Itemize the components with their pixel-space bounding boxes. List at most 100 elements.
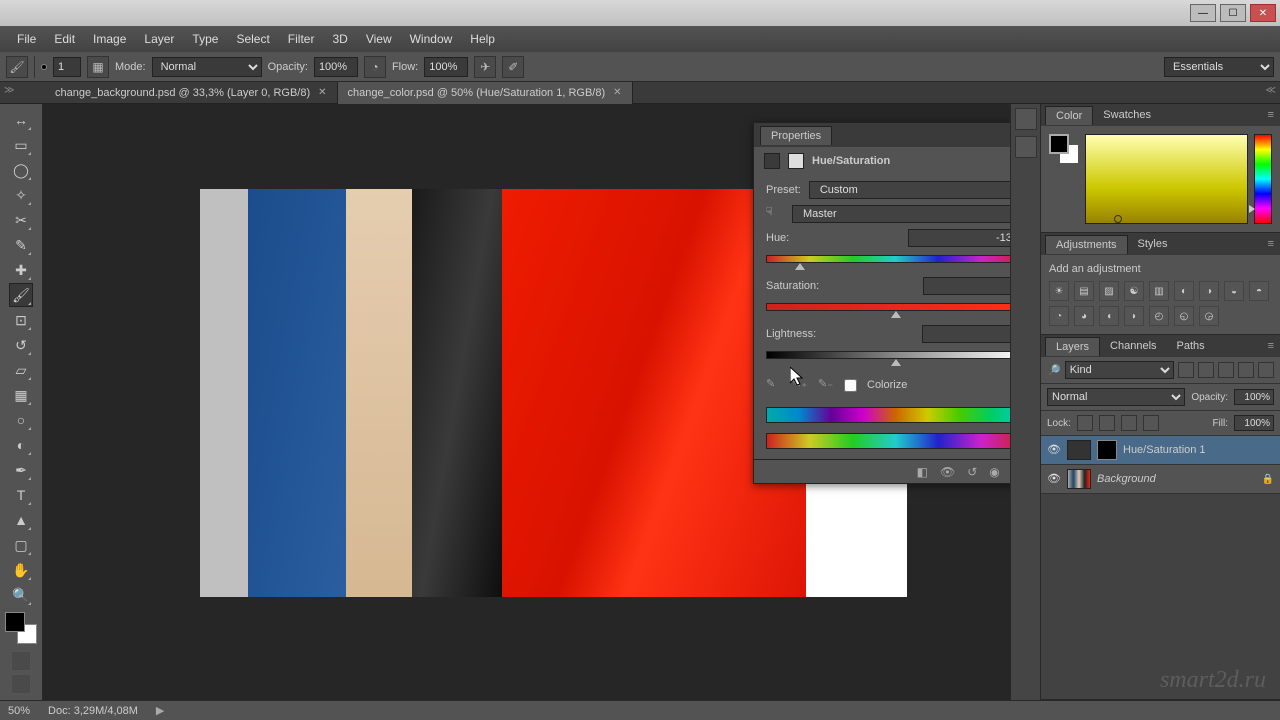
adjustment-preset-11[interactable]: ◖ — [1099, 306, 1119, 326]
menu-edit[interactable]: Edit — [45, 29, 84, 49]
adjustment-preset-0[interactable]: ☀ — [1049, 281, 1069, 301]
status-flyout-icon[interactable]: ▶ — [156, 704, 164, 717]
lock-position-icon[interactable] — [1121, 415, 1137, 431]
tool-clone[interactable]: ⊡ — [9, 308, 33, 332]
hue-strip[interactable] — [1254, 134, 1272, 224]
tool-history-brush[interactable]: ↺ — [9, 333, 33, 357]
visibility-icon[interactable]: 👁 — [1047, 443, 1061, 457]
tool-marquee[interactable]: ▭ — [9, 133, 33, 157]
tool-hand[interactable]: ✋ — [9, 558, 33, 582]
menu-layer[interactable]: Layer — [135, 29, 183, 49]
fgbg-swatch[interactable] — [1049, 134, 1079, 164]
layer-blend-select[interactable]: Normal — [1047, 388, 1185, 406]
blend-mode-select[interactable]: Normal — [152, 57, 262, 77]
adjustment-preset-2[interactable]: ▨ — [1099, 281, 1119, 301]
adjustment-preset-5[interactable]: ◐ — [1174, 281, 1194, 301]
layer-thumb-icon[interactable] — [1067, 440, 1091, 460]
canvas-area[interactable]: Properties ▸▸ ≡ Hue/Saturation Preset: C… — [43, 104, 1010, 700]
swatches-tab[interactable]: Swatches — [1093, 106, 1161, 124]
tool-healing[interactable]: ✚ — [9, 258, 33, 282]
zoom-readout[interactable]: 50% — [8, 705, 30, 717]
document-tab-0[interactable]: change_background.psd @ 33,3% (Layer 0, … — [45, 82, 338, 104]
color-tab[interactable]: Color — [1045, 106, 1093, 125]
quickmask-button[interactable] — [11, 651, 31, 671]
lightness-slider[interactable] — [766, 351, 1010, 359]
tool-pen[interactable]: ✒ — [9, 458, 33, 482]
workspace-select[interactable]: Essentials — [1164, 57, 1274, 77]
tool-rectangle[interactable]: ▢ — [9, 533, 33, 557]
colorize-checkbox[interactable] — [844, 379, 857, 392]
layer-thumb-icon[interactable] — [1067, 469, 1091, 489]
tab-close-icon[interactable]: ✕ — [318, 87, 326, 98]
menu-help[interactable]: Help — [461, 29, 504, 49]
saturation-value-input[interactable] — [923, 277, 1010, 295]
menu-3d[interactable]: 3D — [323, 29, 356, 49]
adjustment-preset-13[interactable]: ◴ — [1149, 306, 1169, 326]
tool-eyedropper[interactable]: ✎ — [9, 233, 33, 257]
brush-tool-icon[interactable]: 🖌 — [6, 56, 28, 78]
saturation-slider[interactable] — [766, 303, 1010, 311]
adjustment-preset-9[interactable]: ◔ — [1049, 306, 1069, 326]
properties-tab[interactable]: Properties — [760, 126, 832, 145]
adjustment-preset-7[interactable]: ◒ — [1224, 281, 1244, 301]
panel-collapse-left-icon[interactable]: ≫ — [4, 85, 14, 96]
menu-type[interactable]: Type — [183, 29, 227, 49]
layer-name[interactable]: Hue/Saturation 1 — [1123, 444, 1274, 456]
toggle-visibility-icon[interactable]: ◉ — [989, 465, 999, 479]
view-previous-icon[interactable]: 👁 — [940, 465, 955, 479]
paths-tab[interactable]: Paths — [1167, 337, 1215, 355]
tool-gradient[interactable]: ▦ — [9, 383, 33, 407]
menu-file[interactable]: File — [8, 29, 45, 49]
brush-preview-icon[interactable] — [41, 64, 47, 70]
eyedropper-icon[interactable]: ✎ — [766, 377, 782, 393]
layer-hue-saturation[interactable]: 👁 Hue/Saturation 1 — [1041, 436, 1280, 465]
close-button[interactable]: ✕ — [1250, 4, 1276, 22]
tool-crop[interactable]: ✂ — [9, 208, 33, 232]
adjustment-preset-3[interactable]: ☯ — [1124, 281, 1144, 301]
layer-background[interactable]: 👁 Background 🔒 — [1041, 465, 1280, 494]
brush-size-input[interactable] — [53, 57, 81, 77]
lightness-value-input[interactable] — [922, 325, 1010, 343]
screenmode-button[interactable] — [11, 674, 31, 694]
tool-zoom[interactable]: 🔍 — [9, 583, 33, 607]
minimize-button[interactable]: — — [1190, 4, 1216, 22]
tool-lasso[interactable]: ◯ — [9, 158, 33, 182]
clip-to-layer-icon[interactable]: ◧ — [917, 465, 928, 479]
preset-select[interactable]: Custom — [809, 181, 1010, 199]
channels-tab[interactable]: Channels — [1100, 337, 1166, 355]
channel-select[interactable]: Master — [792, 205, 1010, 223]
tool-type[interactable]: T — [9, 483, 33, 507]
tool-dodge[interactable]: ◐ — [9, 433, 33, 457]
eyedropper-subtract-icon[interactable]: ✎₋ — [818, 377, 834, 393]
size-pressure-button[interactable]: ✐ — [502, 56, 524, 78]
fgbg-swatches[interactable] — [5, 612, 37, 644]
opacity-pressure-button[interactable]: ◔ — [364, 56, 386, 78]
finger-scrub-icon[interactable]: ☟ — [766, 205, 784, 223]
adjustment-preset-10[interactable]: ◕ — [1074, 306, 1094, 326]
airbrush-button[interactable]: ✈ — [474, 56, 496, 78]
menu-filter[interactable]: Filter — [279, 29, 324, 49]
filter-shape-icon[interactable] — [1238, 362, 1254, 378]
filter-type-icon[interactable] — [1218, 362, 1234, 378]
opacity-input[interactable] — [314, 57, 358, 77]
lock-trans-icon[interactable] — [1077, 415, 1093, 431]
menu-image[interactable]: Image — [84, 29, 135, 49]
adjustment-preset-15[interactable]: ◶ — [1199, 306, 1219, 326]
adjustments-tab[interactable]: Adjustments — [1045, 235, 1128, 254]
menu-window[interactable]: Window — [401, 29, 462, 49]
adjustment-preset-6[interactable]: ◑ — [1199, 281, 1219, 301]
tool-eraser[interactable]: ▱ — [9, 358, 33, 382]
filter-smart-icon[interactable] — [1258, 362, 1274, 378]
adjustments-menu-icon[interactable]: ≡ — [1262, 238, 1280, 250]
color-field[interactable] — [1085, 134, 1248, 224]
hue-value-input[interactable] — [908, 229, 1010, 247]
tool-blur[interactable]: ○ — [9, 408, 33, 432]
fill-input[interactable] — [1234, 415, 1274, 431]
flow-input[interactable] — [424, 57, 468, 77]
color-panel-menu-icon[interactable]: ≡ — [1262, 109, 1280, 121]
tool-magic-wand[interactable]: ✧ — [9, 183, 33, 207]
visibility-icon[interactable]: 👁 — [1047, 472, 1061, 486]
reset-icon[interactable]: ↺ — [967, 465, 977, 479]
layers-tab[interactable]: Layers — [1045, 337, 1100, 356]
tool-move[interactable]: ↔ — [9, 108, 33, 132]
